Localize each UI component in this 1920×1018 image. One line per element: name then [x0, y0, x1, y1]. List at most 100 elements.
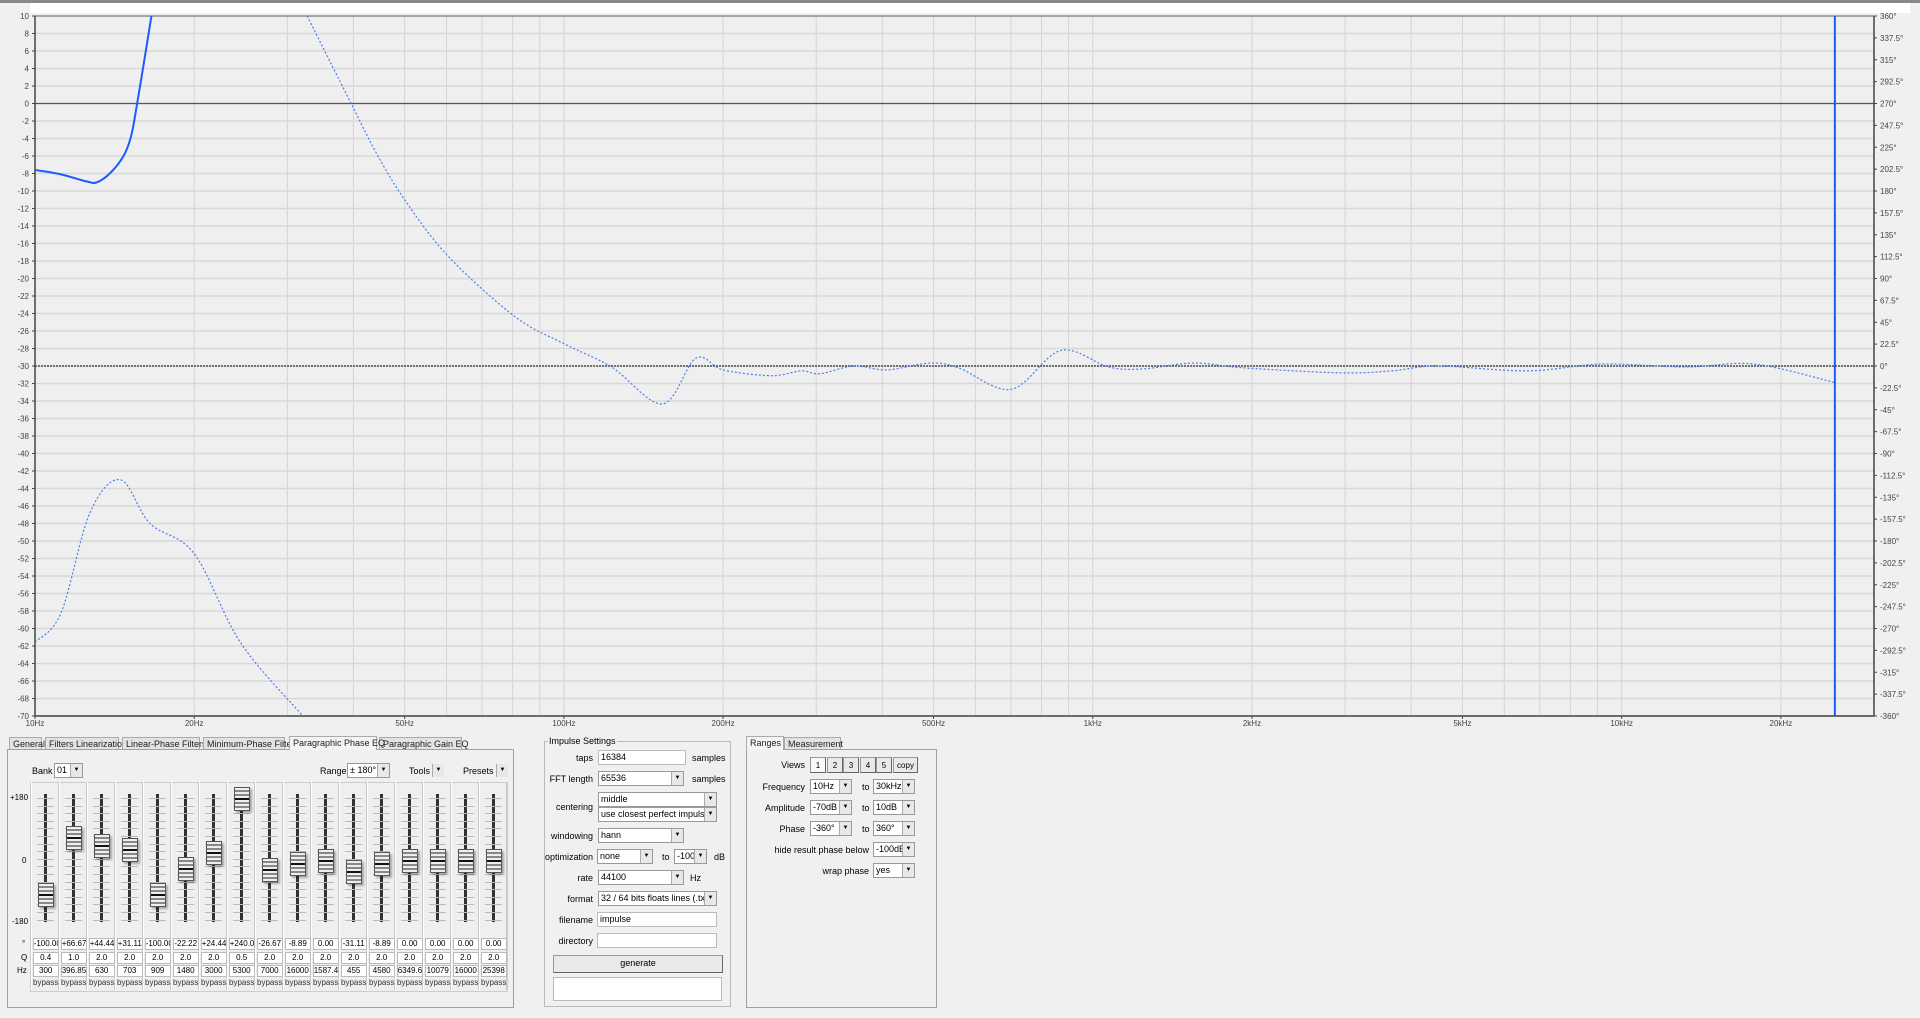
phase-slider-handle[interactable]: [65, 826, 82, 851]
phase-slider-handle[interactable]: [205, 840, 222, 865]
amplitude-to-select[interactable]: 10dB ▼: [873, 800, 915, 815]
q-input[interactable]: 2.0: [368, 952, 395, 964]
phase-slider-handle[interactable]: [429, 849, 446, 873]
q-input[interactable]: 2.0: [256, 952, 283, 964]
tab-paragraphic-phase-eq[interactable]: Paragraphic Phase EQ: [289, 736, 385, 750]
frequency-input[interactable]: 1587.4: [312, 965, 339, 977]
phase-input[interactable]: -31.11: [340, 938, 367, 950]
phase-to-select[interactable]: 360° ▼: [873, 821, 915, 836]
phase-input[interactable]: +44.44: [88, 938, 115, 950]
phase-input[interactable]: +31.11: [116, 938, 143, 950]
phase-input[interactable]: 0.00: [396, 938, 423, 950]
frequency-input[interactable]: 630: [88, 965, 115, 977]
phase-input[interactable]: -8.89: [284, 938, 311, 950]
phase-input[interactable]: -100.00: [144, 938, 171, 950]
phase-slider-handle[interactable]: [261, 858, 278, 883]
fft-length-select[interactable]: 65536 ▼: [598, 771, 684, 786]
q-input[interactable]: 2.0: [116, 952, 143, 964]
frequency-input[interactable]: 7000: [256, 965, 283, 977]
view-button-2[interactable]: 2: [827, 757, 843, 773]
bypass-toggle[interactable]: bypass: [200, 978, 228, 987]
bypass-toggle[interactable]: bypass: [88, 978, 116, 987]
frequency-input[interactable]: 25398: [480, 965, 507, 977]
phase-input[interactable]: -26.67: [256, 938, 283, 950]
phase-slider-handle[interactable]: [37, 883, 54, 908]
q-input[interactable]: 2.0: [144, 952, 171, 964]
filename-input[interactable]: impulse: [597, 912, 717, 927]
bypass-toggle[interactable]: bypass: [396, 978, 424, 987]
bypass-toggle[interactable]: bypass: [284, 978, 312, 987]
phase-slider-handle[interactable]: [485, 849, 502, 873]
frequency-input[interactable]: 300: [32, 965, 59, 977]
q-input[interactable]: 0.5: [228, 952, 255, 964]
q-input[interactable]: 2.0: [284, 952, 311, 964]
bank-select[interactable]: 01 ▼: [54, 763, 83, 778]
phase-slider-handle[interactable]: [233, 787, 250, 811]
q-input[interactable]: 1.0: [60, 952, 87, 964]
frequency-from-select[interactable]: 10Hz ▼: [810, 779, 852, 794]
frequency-input[interactable]: 703: [116, 965, 143, 977]
format-select[interactable]: 32 / 64 bits floats lines (.txt) ▼: [598, 891, 717, 906]
frequency-input[interactable]: 16000: [452, 965, 479, 977]
phase-input[interactable]: 0.00: [452, 938, 479, 950]
frequency-input[interactable]: 6349.6: [396, 965, 423, 977]
hide-phase-select[interactable]: -100dB ▼: [873, 842, 915, 857]
bypass-toggle[interactable]: bypass: [424, 978, 452, 987]
taps-input[interactable]: 16384: [598, 750, 686, 765]
frequency-input[interactable]: 909: [144, 965, 171, 977]
q-input[interactable]: 2.0: [172, 952, 199, 964]
frequency-input[interactable]: 16000: [284, 965, 311, 977]
q-input[interactable]: 2.0: [88, 952, 115, 964]
phase-slider-handle[interactable]: [457, 849, 474, 873]
bypass-toggle[interactable]: bypass: [228, 978, 256, 987]
phase-slider-handle[interactable]: [373, 852, 390, 877]
bypass-toggle[interactable]: bypass: [32, 978, 60, 987]
q-input[interactable]: 2.0: [312, 952, 339, 964]
phase-input[interactable]: +66.67: [60, 938, 87, 950]
phase-slider-handle[interactable]: [345, 859, 362, 884]
frequency-input[interactable]: 10079: [424, 965, 451, 977]
optimization-to-select[interactable]: -100 ▼: [674, 849, 707, 864]
q-input[interactable]: 2.0: [340, 952, 367, 964]
phase-input[interactable]: +240.00: [228, 938, 255, 950]
phase-input[interactable]: 0.00: [424, 938, 451, 950]
phase-input[interactable]: -8.89: [368, 938, 395, 950]
view-button-1[interactable]: 1: [810, 757, 826, 773]
bypass-toggle[interactable]: bypass: [172, 978, 200, 987]
views-copy-button[interactable]: copy: [893, 757, 918, 773]
q-input[interactable]: 2.0: [480, 952, 507, 964]
q-input[interactable]: 0.4: [32, 952, 59, 964]
presets-menu-button[interactable]: ▼: [496, 764, 508, 779]
view-button-5[interactable]: 5: [876, 757, 892, 773]
frequency-input[interactable]: 396.85: [60, 965, 87, 977]
rate-select[interactable]: 44100 ▼: [598, 870, 684, 885]
phase-slider-handle[interactable]: [93, 833, 110, 858]
phase-slider-handle[interactable]: [401, 849, 418, 873]
bypass-toggle[interactable]: bypass: [116, 978, 144, 987]
chart-svg[interactable]: -70-68-66-64-62-60-58-56-54-52-50-48-46-…: [0, 3, 1920, 735]
phase-slider-handle[interactable]: [149, 883, 166, 908]
frequency-to-select[interactable]: 30kHz ▼: [873, 779, 915, 794]
amplitude-from-select[interactable]: -70dB ▼: [810, 800, 852, 815]
view-button-3[interactable]: 3: [843, 757, 859, 773]
phase-input[interactable]: 0.00: [480, 938, 507, 950]
phase-slider-handle[interactable]: [317, 849, 334, 873]
frequency-input[interactable]: 1480: [172, 965, 199, 977]
frequency-input[interactable]: 4580: [368, 965, 395, 977]
phase-input[interactable]: -100.00: [32, 938, 59, 950]
tab-ranges[interactable]: Ranges: [746, 736, 784, 750]
frequency-response-chart[interactable]: -70 -68 -66 -64 -62 -60 -58 -56 -54 -52 -50 -48 -46-…: [0, 0, 1920, 732]
bypass-toggle[interactable]: bypass: [60, 978, 88, 987]
centering-select[interactable]: middle ▼: [598, 792, 717, 807]
directory-input[interactable]: [597, 933, 717, 948]
q-input[interactable]: 2.0: [396, 952, 423, 964]
bypass-toggle[interactable]: bypass: [144, 978, 172, 987]
tools-menu-button[interactable]: ▼: [432, 764, 444, 779]
phase-input[interactable]: 0.00: [312, 938, 339, 950]
view-button-4[interactable]: 4: [860, 757, 876, 773]
q-input[interactable]: 2.0: [424, 952, 451, 964]
bypass-toggle[interactable]: bypass: [340, 978, 368, 987]
frequency-input[interactable]: 5300: [228, 965, 255, 977]
phase-slider-handle[interactable]: [121, 838, 138, 863]
phase-input[interactable]: +24.44: [200, 938, 227, 950]
